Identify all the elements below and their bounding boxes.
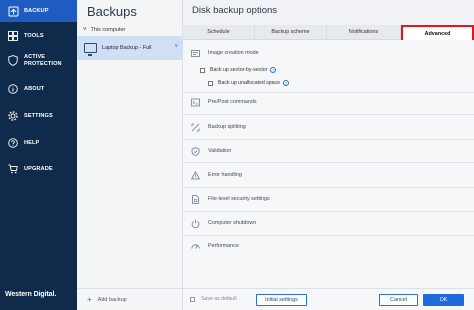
nav-item-about[interactable]: ABOUT (0, 82, 77, 96)
tools-icon (7, 30, 19, 42)
section-label: Pre/Post commands (208, 99, 257, 105)
split-icon (190, 123, 200, 132)
help-icon (7, 137, 19, 149)
backups-list-panel: Backups ˅ This computer Laptop Backup - F… (77, 0, 183, 310)
section-error-handling[interactable]: Error handling (183, 168, 474, 182)
add-backup-label: Add backup (97, 296, 127, 303)
tab-notifications[interactable]: Notifications (327, 25, 401, 40)
shield-icon (7, 54, 19, 66)
nav-item-backup[interactable]: BACKUP (0, 0, 77, 22)
help-icon[interactable]: ? (270, 67, 277, 73)
chevron-down-icon: ˅ (83, 27, 87, 33)
backup-list-item[interactable]: Laptop Backup - Full ˅ (77, 36, 183, 60)
nav-label: SETTINGS (24, 112, 53, 119)
add-backup-button[interactable]: + Add backup (77, 288, 183, 310)
advanced-options-list: Image creation mode Back up sector-by-se… (183, 40, 474, 288)
divider (183, 235, 474, 236)
brand-logo: Western Digital. (5, 291, 57, 298)
panel-footer: Save as default Initial settings Cancel … (183, 288, 474, 310)
section-pre-post-commands[interactable]: Pre/Post commands (183, 95, 474, 109)
section-validation[interactable]: Validation (183, 144, 474, 158)
divider (183, 114, 474, 115)
unallocated-space-checkbox[interactable]: Back up unallocated space ? (208, 80, 290, 86)
section-file-level-security[interactable]: File-level security settings (183, 192, 474, 206)
checkbox-box[interactable] (208, 80, 213, 86)
nav-item-settings[interactable]: SETTINGS (0, 109, 77, 123)
initial-settings-button[interactable]: Initial settings (256, 294, 307, 306)
nav-label: ABOUT (24, 85, 45, 92)
nav-item-upgrade[interactable]: UPGRADE (0, 162, 77, 176)
disk-backup-options-panel: Disk backup options Schedule Backup sche… (183, 0, 474, 310)
section-label: Performance (208, 243, 239, 249)
divider (183, 187, 474, 188)
nav-label: UPGRADE (24, 165, 53, 172)
backup-group-header[interactable]: ˅ This computer (83, 27, 125, 33)
section-performance[interactable]: Performance (183, 239, 474, 253)
checkbox-label: Save as default (201, 296, 237, 302)
error-icon (190, 170, 200, 180)
validation-icon (190, 146, 200, 156)
nav-item-tools[interactable]: TOOLS (0, 29, 77, 43)
cancel-button[interactable]: Cancel (379, 294, 418, 306)
backups-title: Backups (87, 4, 137, 19)
performance-icon (190, 242, 200, 251)
monitor-icon (84, 43, 97, 56)
plus-icon: + (87, 294, 92, 304)
options-tabs: Schedule Backup scheme Notifications Adv… (183, 25, 474, 40)
tab-backup-scheme[interactable]: Backup scheme (255, 25, 327, 40)
terminal-icon (190, 98, 200, 107)
panel-title: Disk backup options (192, 5, 278, 16)
section-backup-splitting[interactable]: Backup splitting (183, 120, 474, 134)
section-label: Backup splitting (208, 124, 246, 130)
divider (183, 139, 474, 140)
checkbox-box[interactable] (200, 67, 205, 73)
power-icon (190, 219, 200, 228)
divider (183, 92, 474, 93)
backup-icon (7, 5, 19, 17)
backup-group-label: This computer (90, 27, 126, 33)
cart-icon (7, 163, 19, 175)
section-computer-shutdown[interactable]: Computer shutdown (183, 216, 474, 230)
sector-by-sector-checkbox[interactable]: Back up sector-by-sector ? (200, 67, 277, 73)
chevron-down-icon[interactable]: ˅ (174, 44, 178, 50)
section-image-creation-mode[interactable]: Image creation mode (183, 46, 474, 60)
gear-icon (7, 110, 19, 122)
disk-image-icon (190, 49, 200, 58)
section-label: Validation (208, 148, 232, 154)
divider (183, 162, 474, 163)
divider (183, 211, 474, 212)
nav-label: TOOLS (24, 32, 44, 39)
save-as-default-checkbox[interactable]: Save as default (190, 296, 237, 302)
checkbox-label: Back up sector-by-sector (210, 67, 268, 73)
tab-schedule[interactable]: Schedule (183, 25, 255, 40)
nav-label: ACTIVE PROTECTION (24, 54, 62, 67)
checkbox-box[interactable] (190, 296, 195, 302)
nav-item-help[interactable]: HELP (0, 136, 77, 150)
section-label: File-level security settings (208, 196, 270, 202)
section-label: Computer shutdown (208, 220, 257, 226)
section-label: Error handling (208, 172, 242, 178)
file-lock-icon (190, 194, 200, 204)
help-icon[interactable]: ? (283, 80, 290, 86)
nav-label: HELP (24, 139, 40, 146)
ok-button[interactable]: OK (423, 294, 464, 306)
tab-advanced[interactable]: Advanced (401, 25, 474, 40)
section-label: Image creation mode (208, 50, 259, 56)
nav-item-active-protection[interactable]: ACTIVE PROTECTION (0, 54, 77, 72)
backup-item-label: Laptop Backup - Full (102, 45, 152, 51)
info-icon (7, 83, 19, 95)
checkbox-label: Back up unallocated space (218, 80, 281, 86)
main-navigation: BACKUP TOOLS ACTIVE PROTECTION ABOUT SET… (0, 0, 77, 310)
nav-label: BACKUP (24, 7, 49, 14)
